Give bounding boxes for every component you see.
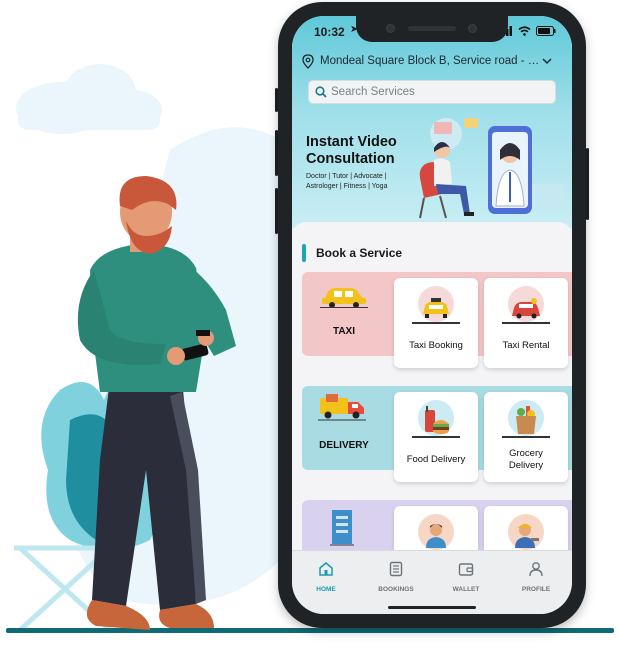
icon-underline <box>412 322 460 324</box>
banner-subtitle: Doctor | Tutor | Advocate | Astrologer |… <box>306 173 388 190</box>
service-card-taxi-booking[interactable]: Taxi Booking <box>394 278 478 368</box>
bottom-navigation: HOME BOOKINGS WALLET PROFILE <box>292 550 572 614</box>
building-icon <box>330 510 354 546</box>
service-card-food-delivery[interactable]: Food Delivery <box>394 392 478 482</box>
service-card-taxi-rental[interactable]: Taxi Rental <box>484 278 568 368</box>
phone-notch <box>356 16 508 42</box>
taxi-booking-icon <box>423 298 449 318</box>
technician-icon <box>515 524 539 548</box>
taxi-icon <box>320 288 368 308</box>
camera-icon <box>386 24 395 33</box>
nav-label: PROFILE <box>521 586 551 593</box>
nav-label: BOOKINGS <box>378 586 414 593</box>
phone-power-button <box>586 148 589 220</box>
service-category-label: TAXI <box>332 326 356 337</box>
battery-icon <box>536 26 556 36</box>
wifi-icon <box>518 26 531 36</box>
service-category-taxi[interactable]: TAXI <box>302 272 386 356</box>
icon-underline <box>502 436 550 438</box>
service-card-label: Food Delivery <box>406 454 466 465</box>
section-accent-bar <box>302 244 306 262</box>
service-category-delivery[interactable]: DELIVERY <box>302 386 386 470</box>
bookings-icon <box>389 561 403 577</box>
phone-side-button <box>275 130 278 176</box>
app-screen: 10:32 ➤ Mondeal Square Block B, Service … <box>292 16 572 614</box>
section-heading: Book a Service <box>302 244 402 262</box>
service-card-label: Taxi Rental <box>502 340 550 351</box>
cloud-shape <box>16 64 162 134</box>
search-icon <box>315 86 327 98</box>
section-title: Book a Service <box>316 246 403 260</box>
nav-item-wallet[interactable]: WALLET <box>438 561 494 593</box>
status-time: 10:32 <box>314 25 345 39</box>
location-address: Mondeal Square Block B, Service road - S… <box>320 55 542 67</box>
taxi-rental-icon <box>512 298 540 319</box>
camera-icon <box>468 24 477 33</box>
phone-mockup: 10:32 ➤ Mondeal Square Block B, Service … <box>275 2 589 628</box>
home-indicator[interactable] <box>388 606 476 609</box>
nav-item-home[interactable]: HOME <box>298 561 354 593</box>
person-icon <box>426 524 446 548</box>
nav-item-profile[interactable]: PROFILE <box>508 561 564 593</box>
chevron-down-icon <box>542 57 552 64</box>
food-delivery-icon <box>425 406 449 434</box>
service-row-delivery: DELIVERY Food Delivery Grocery Delivery <box>302 386 572 482</box>
service-row-taxi: TAXI Taxi Booking Taxi Rental <box>302 272 572 368</box>
speaker-grill <box>408 26 456 31</box>
nav-label: HOME <box>316 586 336 593</box>
delivery-truck-icon <box>318 394 366 421</box>
video-consultation-illustration <box>419 118 564 219</box>
banner-title: Instant Video Consultation <box>306 134 397 167</box>
service-category-label: DELIVERY <box>319 440 369 451</box>
grocery-bag-icon <box>516 406 536 434</box>
phone-side-button <box>275 188 278 234</box>
search-bar[interactable] <box>308 80 556 104</box>
service-card-grocery-delivery[interactable]: Grocery Delivery <box>484 392 568 482</box>
icon-underline <box>412 436 460 438</box>
icon-underline <box>502 322 550 324</box>
nav-item-bookings[interactable]: BOOKINGS <box>368 561 424 593</box>
location-pin-icon <box>302 53 314 69</box>
phone-side-button <box>275 88 278 112</box>
wallet-icon <box>458 563 474 576</box>
services-section: Book a Service TAXI Taxi Booking Taxi Re… <box>292 222 572 596</box>
location-selector[interactable]: Mondeal Square Block B, Service road - S… <box>302 50 564 72</box>
ground-line <box>6 628 614 633</box>
nav-label: WALLET <box>452 586 480 593</box>
profile-icon <box>529 562 543 577</box>
service-card-label: Grocery Delivery <box>508 448 544 471</box>
service-card-label: Taxi Booking <box>409 340 463 351</box>
search-input[interactable] <box>331 86 541 98</box>
home-icon <box>319 562 333 576</box>
header-area: 10:32 ➤ Mondeal Square Block B, Service … <box>292 16 572 228</box>
